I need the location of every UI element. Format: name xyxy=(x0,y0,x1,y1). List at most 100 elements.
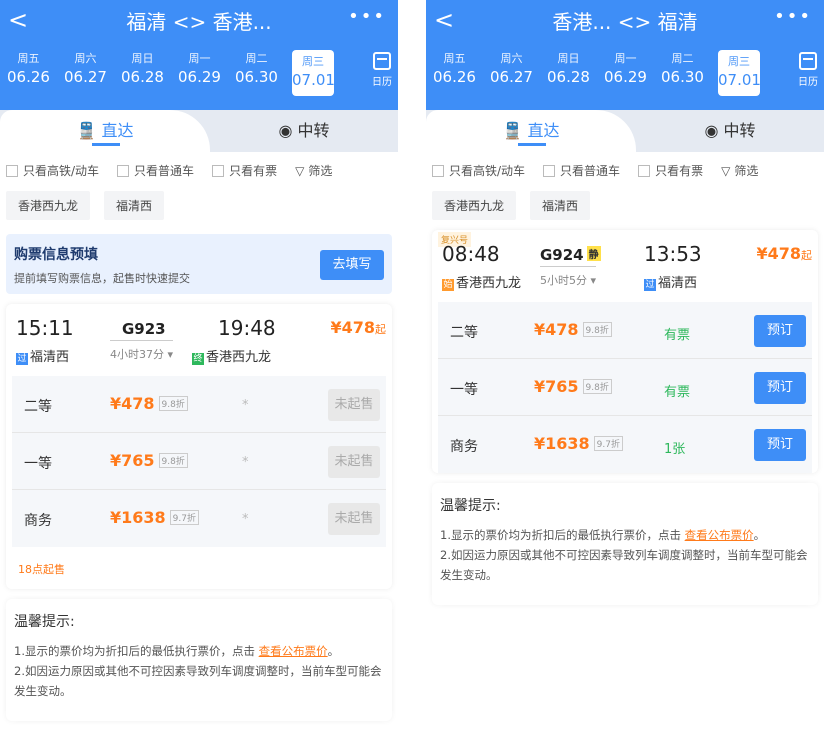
tab-transfer-label: 中转 xyxy=(723,121,756,140)
filter-button[interactable]: ▽ 筛选 xyxy=(721,162,758,179)
filter-button[interactable]: ▽ 筛选 xyxy=(295,162,332,179)
checkbox[interactable] xyxy=(432,164,444,177)
filter-normal[interactable]: 只看普通车 xyxy=(543,162,620,179)
top-bar: < 香港... <> 福清 ••• xyxy=(426,0,824,42)
header: < 香港... <> 福清 ••• 周五 06.26 周六 06.27 周日 06.2… xyxy=(426,0,824,110)
tip-2: 2.如因运力原因或其他不可控因素导致列车调度调整时，当前车型可能会发生变动。 xyxy=(14,664,382,698)
calendar-button[interactable]: 日历 xyxy=(798,52,818,88)
checkbox[interactable] xyxy=(117,164,130,177)
filter-normal[interactable]: 只看普通车 xyxy=(117,162,194,179)
book-button[interactable]: 预订 xyxy=(754,315,806,347)
seat-availability: 有票 xyxy=(664,328,691,343)
seat-price: ¥478 9.8折 xyxy=(110,394,188,413)
train-row[interactable]: 15:11 G923 19:48 ¥478起 4小时37分 ▾ 过福清西 终香港… xyxy=(6,304,392,376)
seat-price-value: ¥478 xyxy=(534,320,579,339)
date: 06.28 xyxy=(547,68,590,86)
price-suffix: 起 xyxy=(801,249,812,262)
date: 06.28 xyxy=(121,68,164,86)
date-item-selected[interactable]: 周三 07.01 xyxy=(718,50,761,96)
not-on-sale-button[interactable]: 未起售 xyxy=(328,503,380,535)
seat-row: 一等 ¥765 9.8折 * 未起售 xyxy=(12,433,386,490)
book-button[interactable]: 预订 xyxy=(754,372,806,404)
seat-class: 二等 xyxy=(24,399,52,415)
tab-direct[interactable]: 🚆 直达 xyxy=(0,110,210,152)
checkbox[interactable] xyxy=(212,164,225,177)
train-row[interactable]: 复兴号 08:48 G924 静 13:53 ¥478起 5小时5分 ▾ 始香港西… xyxy=(432,230,818,302)
train-card[interactable]: 复兴号 08:48 G924 静 13:53 ¥478起 5小时5分 ▾ 始香港西… xyxy=(432,230,818,473)
discount-badge: 9.8折 xyxy=(158,453,188,468)
date-item[interactable]: 周六 06.27 xyxy=(57,50,114,96)
banner-subtitle: 提前填写购票信息，起售时快速提交 xyxy=(14,272,190,285)
train-card[interactable]: 15:11 G923 19:48 ¥478起 4小时37分 ▾ 过福清西 终香港… xyxy=(6,304,392,589)
tab-direct-label: 直达 xyxy=(101,121,134,140)
date-item[interactable]: 周日 06.28 xyxy=(540,50,597,96)
seat-class: 二等 xyxy=(450,325,478,341)
tab-transfer[interactable]: ◉ 中转 xyxy=(636,110,824,152)
station-chip[interactable]: 香港西九龙 xyxy=(432,191,517,220)
date-item[interactable]: 周二 06.30 xyxy=(654,50,711,96)
filter-high-speed[interactable]: 只看高铁/动车 xyxy=(6,162,99,179)
to-station: 过福清西 xyxy=(644,272,697,291)
seat-availability: 有票 xyxy=(664,385,691,400)
tips-box: 温馨提示: 1.显示的票价均为折扣后的最低执行票价，点击 查看公布票价。 2.如… xyxy=(432,483,818,605)
top-bar: < 福清 <> 香港... ••• xyxy=(0,0,398,42)
published-price-link[interactable]: 查看公布票价 xyxy=(685,528,754,542)
checkbox[interactable] xyxy=(543,164,556,177)
seat-price-value: ¥1638 xyxy=(534,434,590,453)
seat-price: ¥478 9.8折 xyxy=(534,320,612,339)
date-item-selected[interactable]: 周三 07.01 xyxy=(292,50,335,96)
tip-1-end: 。 xyxy=(753,528,766,542)
filter-row: 只看高铁/动车 只看普通车 只看有票 ▽ 筛选 xyxy=(0,152,398,179)
date-item[interactable]: 周六 06.27 xyxy=(483,50,540,96)
date-item[interactable]: 周一 06.29 xyxy=(597,50,654,96)
checkbox[interactable] xyxy=(6,164,18,177)
prefill-button[interactable]: 去填写 xyxy=(320,250,384,280)
date: 06.27 xyxy=(490,68,533,86)
seat-class: 一等 xyxy=(450,382,478,398)
filter-available[interactable]: 只看有票 xyxy=(212,162,277,179)
tab-direct[interactable]: 🚆 直达 xyxy=(426,110,636,152)
duration[interactable]: 4小时37分 ▾ xyxy=(110,340,174,362)
weekday: 周二 xyxy=(671,52,694,65)
calendar-button[interactable]: 日历 xyxy=(372,52,392,88)
not-on-sale-button[interactable]: 未起售 xyxy=(328,389,380,421)
published-price-link[interactable]: 查看公布票价 xyxy=(259,644,328,658)
date-item[interactable]: 周五 06.26 xyxy=(426,50,483,96)
station-chip[interactable]: 福清西 xyxy=(530,191,591,220)
content: 只看高铁/动车 只看普通车 只看有票 ▽ 筛选 香港西九龙 福清西 复兴号 08:… xyxy=(426,152,824,733)
station-chip[interactable]: 福清西 xyxy=(104,191,165,220)
filter-high-speed[interactable]: 只看高铁/动车 xyxy=(432,162,525,179)
departure-time: 08:48 xyxy=(442,242,500,266)
station-chips: 香港西九龙 福清西 xyxy=(426,179,824,220)
filter-available[interactable]: 只看有票 xyxy=(638,162,703,179)
date-item[interactable]: 周日 06.28 xyxy=(114,50,171,96)
checkbox[interactable] xyxy=(638,164,651,177)
tab-underline xyxy=(92,143,120,146)
tip-1: 1.显示的票价均为折扣后的最低执行票价，点击 查看公布票价。 xyxy=(14,641,384,661)
duration-line xyxy=(110,340,174,341)
station-chip[interactable]: 香港西九龙 xyxy=(6,191,91,220)
duration[interactable]: 5小时5分 ▾ xyxy=(540,266,597,288)
date-strip: 周五 06.26 周六 06.27 周日 06.28 周一 06.29 周二 06.30 … xyxy=(0,42,398,96)
seat-price-value: ¥765 xyxy=(110,451,155,470)
date-item[interactable]: 周五 06.26 xyxy=(0,50,57,96)
date: 07.01 xyxy=(718,71,761,89)
date-item[interactable]: 周一 06.29 xyxy=(171,50,228,96)
more-icon[interactable]: ••• xyxy=(348,6,386,27)
to-station-name: 香港西九龙 xyxy=(206,350,272,365)
tip-1-text: 1.显示的票价均为折扣后的最低执行票价，点击 xyxy=(440,528,685,542)
header: < 福清 <> 香港... ••• 周五 06.26 周六 06.27 周日 06.2… xyxy=(0,0,398,110)
weekday: 周日 xyxy=(557,52,580,65)
book-button[interactable]: 预订 xyxy=(754,429,806,461)
date-item[interactable]: 周二 06.30 xyxy=(228,50,285,96)
tab-transfer[interactable]: ◉ 中转 xyxy=(210,110,398,152)
duration-text: 5小时5分 ▾ xyxy=(540,274,597,287)
not-on-sale-button[interactable]: 未起售 xyxy=(328,446,380,478)
seat-availability: * xyxy=(242,512,249,527)
weekday: 周三 xyxy=(302,55,324,68)
tab-bar: 🚆 直达 ◉ 中转 xyxy=(0,110,398,152)
departure-time: 15:11 xyxy=(16,316,74,340)
from-station-name: 香港西九龙 xyxy=(456,276,522,291)
more-icon[interactable]: ••• xyxy=(774,6,812,27)
quiet-badge: 静 xyxy=(586,246,601,261)
